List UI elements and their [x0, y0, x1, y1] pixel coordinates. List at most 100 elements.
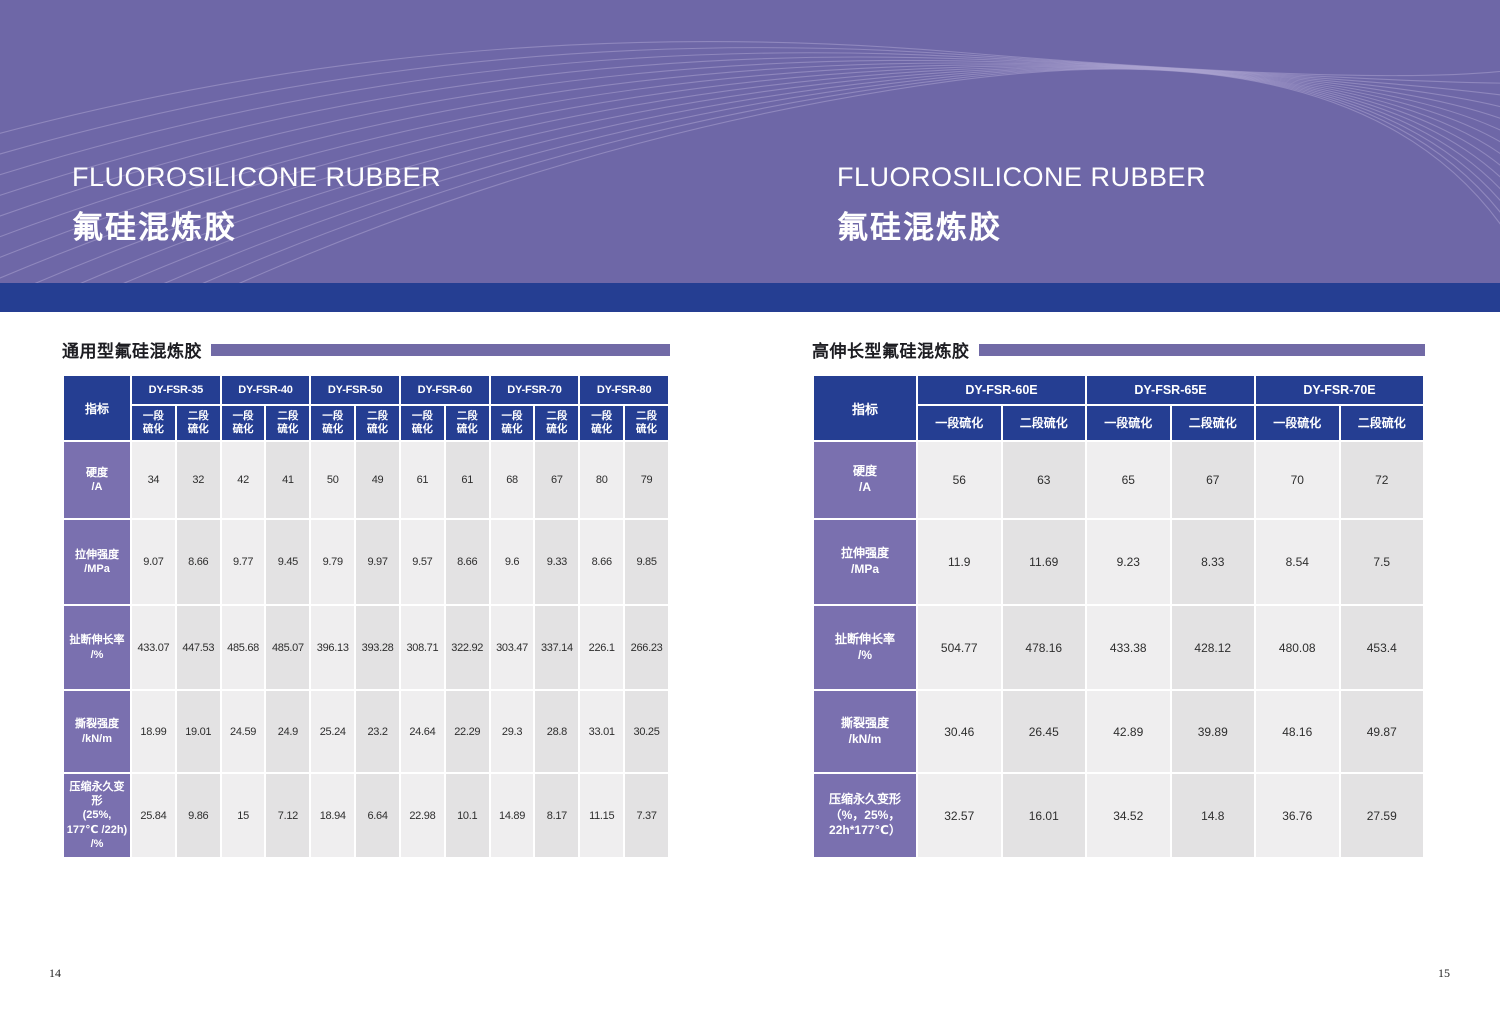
table-cell: 19.01: [176, 690, 221, 773]
table-cell: 8.66: [445, 519, 490, 605]
table-cell: 67: [1171, 441, 1256, 519]
product-column-header: DY-FSR-65E: [1086, 375, 1255, 405]
table-cell: 42: [221, 441, 266, 519]
row-label: 扯断伸长率 /%: [813, 605, 917, 690]
product-column-header: DY-FSR-70E: [1255, 375, 1424, 405]
cure-stage-header: 一段 硫化: [579, 405, 624, 441]
table-cell: 34.52: [1086, 773, 1171, 858]
table-cell: 65: [1086, 441, 1171, 519]
cure-stage-header: 二段硫化: [1002, 405, 1087, 441]
table-cell: 50: [310, 441, 355, 519]
table-cell: 337.14: [534, 605, 579, 690]
table-cell: 7.37: [624, 773, 669, 858]
section-heading: 高伸长型氟硅混炼胶: [812, 338, 1425, 360]
table-cell: 24.64: [400, 690, 445, 773]
table-cell: 18.94: [310, 773, 355, 858]
table-cell: 6.64: [355, 773, 400, 858]
table-cell: 26.45: [1002, 690, 1087, 773]
table-cell: 24.9: [265, 690, 310, 773]
table-cell: 42.89: [1086, 690, 1171, 773]
page-number-right: 15: [1438, 966, 1450, 981]
table-cell: 68: [490, 441, 535, 519]
table-cell: 63: [1002, 441, 1087, 519]
product-column-header: DY-FSR-50: [310, 375, 400, 405]
table-cell: 9.6: [490, 519, 535, 605]
product-column-header: DY-FSR-60E: [917, 375, 1086, 405]
section-title-bar: [979, 344, 1426, 356]
cure-stage-header: 一段硫化: [1255, 405, 1340, 441]
table-cell: 41: [265, 441, 310, 519]
table-cell: 34: [131, 441, 176, 519]
row-label: 扯断伸长率 /%: [63, 605, 131, 690]
title-english: FLUOROSILICONE RUBBER: [72, 162, 441, 193]
cure-stage-header: 二段硫化: [1340, 405, 1425, 441]
table-cell: 433.38: [1086, 605, 1171, 690]
cure-stage-header: 一段硫化: [1086, 405, 1171, 441]
page-number-left: 14: [49, 966, 61, 981]
product-column-header: DY-FSR-40: [221, 375, 311, 405]
table-cell: 453.4: [1340, 605, 1425, 690]
table-cell: 485.07: [265, 605, 310, 690]
row-label: 撕裂强度 /kN/m: [63, 690, 131, 773]
table-cell: 478.16: [1002, 605, 1087, 690]
section-heading: 通用型氟硅混炼胶: [62, 338, 670, 360]
table-cell: 79: [624, 441, 669, 519]
table-row: 压缩永久变形 （%，25%， 22h*177℃）32.5716.0134.521…: [813, 773, 1424, 858]
table-cell: 433.07: [131, 605, 176, 690]
title-chinese: 氟硅混炼胶: [72, 202, 441, 247]
wave-line: [0, 42, 1500, 150]
row-label: 硬度 /A: [63, 441, 131, 519]
table-cell: 16.01: [1002, 773, 1087, 858]
row-label: 撕裂强度 /kN/m: [813, 690, 917, 773]
table-cell: 9.45: [265, 519, 310, 605]
table-cell: 9.77: [221, 519, 266, 605]
cure-stage-header: 二段 硫化: [624, 405, 669, 441]
row-label: 硬度 /A: [813, 441, 917, 519]
table-cell: 9.23: [1086, 519, 1171, 605]
section-title: 高伸长型氟硅混炼胶: [812, 337, 970, 362]
cure-stage-header: 二段 硫化: [355, 405, 400, 441]
table-cell: 11.9: [917, 519, 1002, 605]
table-cell: 8.66: [176, 519, 221, 605]
table-row: 扯断伸长率 /%504.77478.16433.38428.12480.0845…: [813, 605, 1424, 690]
product-column-header: DY-FSR-35: [131, 375, 221, 405]
title-english: FLUOROSILICONE RUBBER: [837, 162, 1206, 193]
table-cell: 36.76: [1255, 773, 1340, 858]
table-cell: 480.08: [1255, 605, 1340, 690]
table-cell: 9.07: [131, 519, 176, 605]
table-cell: 18.99: [131, 690, 176, 773]
table-cell: 7.5: [1340, 519, 1425, 605]
table-cell: 393.28: [355, 605, 400, 690]
table-cell: 8.66: [579, 519, 624, 605]
table-cell: 67: [534, 441, 579, 519]
table-cell: 396.13: [310, 605, 355, 690]
cure-stage-header: 一段 硫化: [490, 405, 535, 441]
table-row: 拉伸强度 /MPa9.078.669.779.459.799.979.578.6…: [63, 519, 669, 605]
section-general-purpose: 通用型氟硅混炼胶 指标DY-FSR-35DY-FSR-40DY-FSR-50DY…: [62, 338, 670, 859]
table-cell: 504.77: [917, 605, 1002, 690]
table-cell: 11.69: [1002, 519, 1087, 605]
cure-stage-header: 二段 硫化: [265, 405, 310, 441]
table-cell: 9.86: [176, 773, 221, 858]
product-column-header: DY-FSR-70: [490, 375, 580, 405]
cure-stage-header: 二段硫化: [1171, 405, 1256, 441]
cure-stage-header: 二段 硫化: [534, 405, 579, 441]
table-cell: 9.97: [355, 519, 400, 605]
row-label: 拉伸强度 /MPa: [813, 519, 917, 605]
table-row: 硬度 /A343242415049616168678079: [63, 441, 669, 519]
section-high-elongation: 高伸长型氟硅混炼胶 指标DY-FSR-60EDY-FSR-65EDY-FSR-7…: [812, 338, 1425, 859]
table-cell: 27.59: [1340, 773, 1425, 858]
row-label: 压缩永久变形 (25%, 177℃ /22h) /%: [63, 773, 131, 858]
table-row: 硬度 /A566365677072: [813, 441, 1424, 519]
table-cell: 61: [400, 441, 445, 519]
table-cell: 9.79: [310, 519, 355, 605]
table-cell: 39.89: [1171, 690, 1256, 773]
table-cell: 25.84: [131, 773, 176, 858]
wave-line: [0, 48, 1500, 172]
product-column-header: DY-FSR-80: [579, 375, 669, 405]
table-cell: 266.23: [624, 605, 669, 690]
table-row: 撕裂强度 /kN/m18.9919.0124.5924.925.2423.224…: [63, 690, 669, 773]
table-cell: 32: [176, 441, 221, 519]
table-row: 拉伸强度 /MPa11.911.699.238.338.547.5: [813, 519, 1424, 605]
table-cell: 14.8: [1171, 773, 1256, 858]
